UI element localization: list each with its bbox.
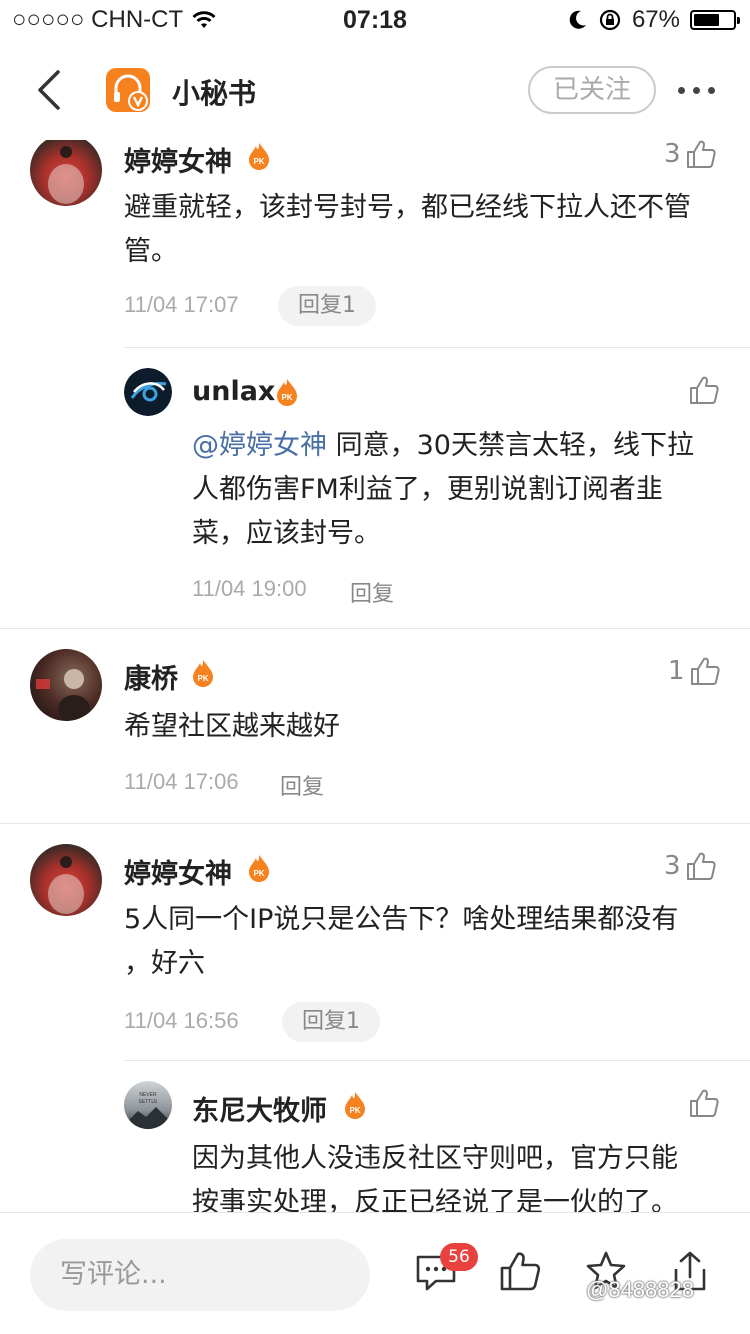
comment-username[interactable]: 东尼大牧师 bbox=[192, 1089, 327, 1128]
avatar[interactable] bbox=[30, 649, 102, 721]
avatar[interactable]: NEVER SETTLE bbox=[124, 1081, 172, 1129]
follow-button[interactable]: 已关注 bbox=[528, 66, 656, 114]
svg-text:PK: PK bbox=[197, 674, 208, 683]
battery-percent: 67% bbox=[631, 6, 680, 33]
comment-text: @婷婷女神 同意，30天禁言太轻，线下拉 人都伤害FM利益了，更别说割订阅者韭 … bbox=[192, 424, 732, 556]
comment-username[interactable]: 婷婷女神 bbox=[124, 852, 232, 891]
like-count: 1 bbox=[668, 656, 685, 686]
comment-text: 避重就轻，该封号封号，都已经线下拉人还不管 管。 bbox=[124, 186, 724, 274]
bottom-bar: 写评论... 56 @8488828 bbox=[0, 1212, 750, 1334]
like-button[interactable]: 1 bbox=[668, 655, 721, 687]
comment-list[interactable]: 婷婷女神 PK 3 避重就轻，该封号封号，都已经线下拉人还不管 管。 11/04… bbox=[0, 140, 750, 1212]
like-button[interactable] bbox=[688, 1087, 720, 1119]
watermark: @8488828 bbox=[586, 1277, 694, 1302]
like-count: 3 bbox=[664, 851, 681, 881]
comment-time: 11/04 16:56 bbox=[124, 1008, 239, 1033]
svg-text:PK: PK bbox=[253, 869, 264, 878]
comment-input[interactable]: 写评论... bbox=[30, 1239, 370, 1311]
comment-username[interactable]: 婷婷女神 bbox=[124, 140, 232, 179]
comment-text-line: 5人同一个IP说只是公告下？啥处理结果都没有 bbox=[124, 904, 679, 935]
avatar-text-line: NEVER bbox=[139, 1092, 157, 1098]
thumb-up-icon[interactable] bbox=[498, 1249, 542, 1293]
moon-icon bbox=[569, 10, 586, 29]
reply-button[interactable]: 回复 bbox=[350, 576, 394, 608]
comment-text-line: 管。 bbox=[124, 236, 178, 267]
comment-time: 11/04 17:06 bbox=[124, 769, 239, 794]
pk-badge-icon: PK bbox=[345, 1092, 365, 1119]
sub-comment-item: NEVER SETTLE 东尼大牧师 PK 因为其他人没违反社区守则吧，官方只能 … bbox=[0, 1061, 750, 1212]
comment-text-line: 菜，应该封号。 bbox=[192, 518, 381, 549]
pk-badge-icon: PK bbox=[277, 379, 297, 406]
comment-username[interactable]: unlax bbox=[192, 376, 275, 407]
more-icon[interactable] bbox=[678, 80, 718, 100]
comment-text-line: 避重就轻，该封号封号，都已经线下拉人还不管 bbox=[124, 192, 691, 223]
comment-text-line: 按事实处理，反正已经说了是一伙的了。 bbox=[192, 1187, 678, 1212]
svg-text:PK: PK bbox=[253, 157, 264, 166]
comment-text: 希望社区越来越好 bbox=[124, 705, 724, 749]
svg-text:PK: PK bbox=[349, 1106, 360, 1115]
pk-badge-icon: PK bbox=[249, 855, 269, 882]
pk-badge-icon: PK bbox=[193, 660, 213, 687]
comment-text-line: 人都伤害FM利益了，更别说割订阅者韭 bbox=[192, 474, 663, 505]
page-title: 小秘书 bbox=[172, 77, 257, 110]
comment-item: 婷婷女神 PK 3 5人同一个IP说只是公告下？啥处理结果都没有 ，好六 11/… bbox=[0, 824, 750, 1060]
comment-time: 11/04 19:00 bbox=[192, 576, 307, 601]
comment-text-line: @婷婷女神 同意，30天禁言太轻，线下拉 bbox=[192, 424, 732, 468]
nav-bar: 小秘书 已关注 bbox=[0, 40, 750, 140]
pk-badge-icon: PK bbox=[249, 143, 269, 170]
thumb-up-icon bbox=[686, 140, 716, 168]
mention-link[interactable]: @婷婷女神 bbox=[192, 430, 327, 461]
comment-username[interactable]: 康桥 bbox=[124, 657, 178, 696]
avatar[interactable] bbox=[124, 368, 172, 416]
comment-item: 婷婷女神 PK 3 避重就轻，该封号封号，都已经线下拉人还不管 管。 11/04… bbox=[0, 140, 750, 348]
thumb-up-icon bbox=[686, 852, 716, 880]
thumb-up-icon bbox=[690, 376, 719, 404]
comment-item: 康桥 PK 1 希望社区越来越好 11/04 17:06 回复 bbox=[0, 629, 750, 823]
comment-text-line: 希望社区越来越好 bbox=[124, 711, 340, 742]
like-button[interactable] bbox=[688, 374, 720, 406]
avatar[interactable] bbox=[30, 140, 102, 206]
rotation-lock-icon bbox=[599, 9, 621, 31]
comment-text: 因为其他人没违反社区守则吧，官方只能 按事实处理，反正已经说了是一伙的了。 bbox=[192, 1137, 732, 1212]
thumb-up-icon bbox=[690, 657, 720, 685]
back-arrow-icon[interactable] bbox=[30, 68, 70, 112]
status-right: 67% bbox=[568, 6, 740, 34]
svg-text:PK: PK bbox=[281, 393, 292, 402]
comment-text-line: 因为其他人没违反社区守则吧，官方只能 bbox=[192, 1143, 678, 1174]
app-logo-icon bbox=[106, 68, 150, 112]
comment-text: 5人同一个IP说只是公告下？啥处理结果都没有 ，好六 bbox=[124, 898, 734, 986]
reply-button[interactable]: 回复1 bbox=[282, 1002, 380, 1042]
status-bar: ○○○○○ CHN-CT 07:18 67% bbox=[0, 0, 750, 40]
comment-text-segment: 同意，30天禁言太轻，线下拉 bbox=[327, 430, 694, 461]
avatar-text-line: SETTLE bbox=[139, 1099, 159, 1105]
like-count: 3 bbox=[664, 140, 681, 169]
like-button[interactable]: 3 bbox=[664, 140, 717, 170]
thumb-up-icon bbox=[690, 1089, 719, 1117]
reply-button[interactable]: 回复1 bbox=[278, 286, 376, 326]
battery-fill bbox=[694, 14, 720, 26]
battery-icon bbox=[690, 10, 740, 30]
avatar[interactable] bbox=[30, 844, 102, 916]
like-button[interactable]: 3 bbox=[664, 850, 717, 882]
sub-comment-item: unlax PK @婷婷女神 同意，30天禁言太轻，线下拉 人都伤害FM利益了，… bbox=[0, 348, 750, 628]
comment-text-line: ，好六 bbox=[124, 948, 205, 979]
reply-button[interactable]: 回复 bbox=[280, 769, 324, 801]
comment-time: 11/04 17:07 bbox=[124, 292, 239, 317]
comment-count-badge: 56 bbox=[440, 1243, 478, 1271]
